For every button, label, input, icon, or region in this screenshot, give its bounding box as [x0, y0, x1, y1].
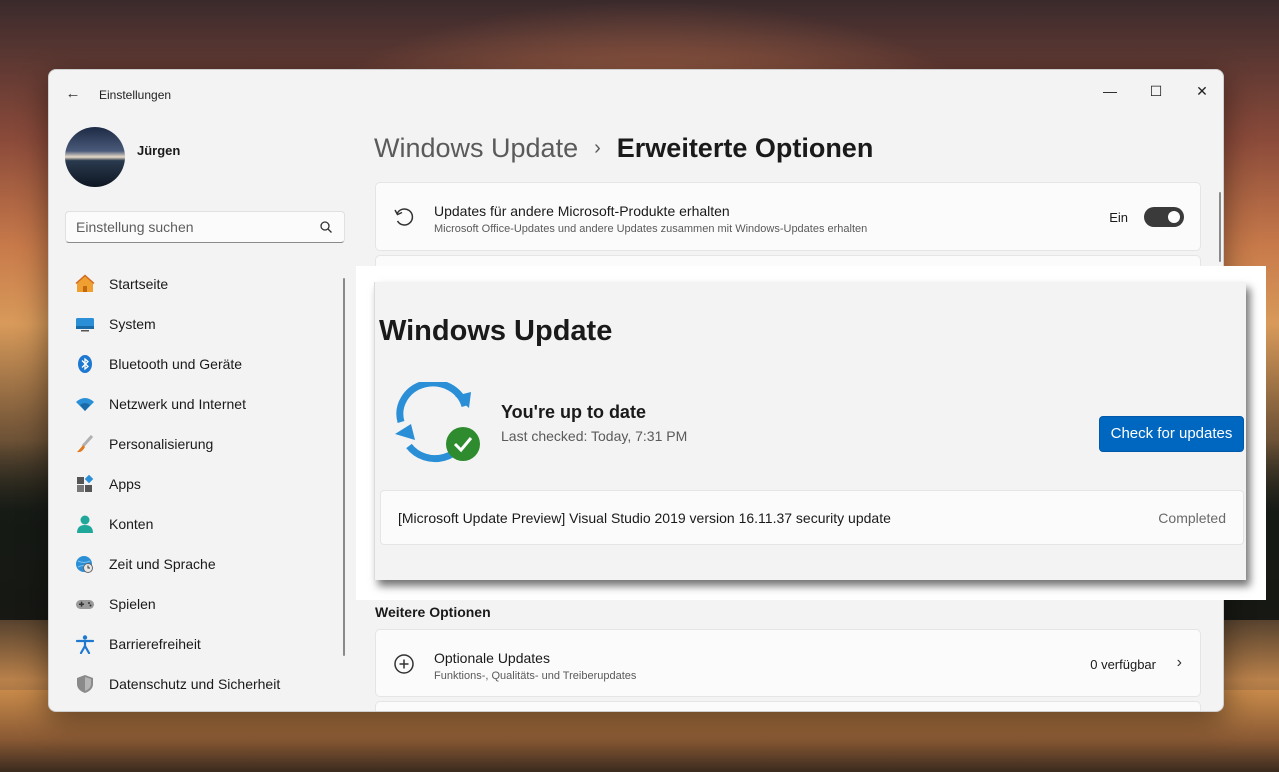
- sidebar-item-apps[interactable]: Apps: [65, 464, 345, 504]
- sync-check-icon: [395, 382, 480, 462]
- breadcrumb-separator: ›: [594, 136, 601, 159]
- setting-title: Updates für andere Microsoft-Produkte er…: [434, 203, 730, 219]
- other-products-toggle[interactable]: [1144, 207, 1184, 227]
- last-checked-label: Last checked: Today, 7:31 PM: [501, 428, 688, 444]
- sidebar-item-label: Bluetooth und Geräte: [109, 356, 243, 372]
- overlay-title: Windows Update: [379, 315, 613, 347]
- accessibility-icon: [75, 634, 95, 654]
- windows-update-overlay: Windows Update You're up to date Last ch…: [374, 282, 1246, 580]
- setting-title: Optionale Updates: [434, 650, 550, 666]
- back-arrow-icon[interactable]: ←: [63, 84, 83, 104]
- search-input[interactable]: [65, 211, 345, 243]
- profile-name: Jürgen: [137, 143, 181, 158]
- other-products-setting-card[interactable]: Updates für andere Microsoft-Produkte er…: [375, 182, 1201, 251]
- person-icon: [75, 514, 95, 534]
- setting-description: Funktions-, Qualitäts- und Treiberupdate…: [434, 670, 637, 682]
- globe-clock-icon: [75, 554, 95, 574]
- home-icon: [75, 274, 95, 294]
- breadcrumb: Windows Update › Erweiterte Optionen: [374, 128, 873, 168]
- sidebar-nav: Startseite System Bluetooth und Geräte N…: [65, 264, 345, 704]
- sidebar-item-startseite[interactable]: Startseite: [65, 264, 345, 304]
- refresh-icon: [394, 208, 414, 226]
- sidebar-item-accounts[interactable]: Konten: [65, 504, 345, 544]
- sidebar-item-label: Zeit und Sprache: [109, 556, 216, 572]
- sidebar-item-label: Startseite: [109, 276, 169, 292]
- check-for-updates-button[interactable]: Check for updates: [1099, 416, 1244, 452]
- sidebar-item-gaming[interactable]: Spielen: [65, 584, 345, 624]
- update-history-item[interactable]: [Microsoft Update Preview] Visual Studio…: [380, 490, 1244, 545]
- shield-icon: [75, 674, 95, 694]
- sidebar-item-privacy[interactable]: Datenschutz und Sicherheit: [65, 664, 345, 704]
- app-title: Einstellungen: [99, 88, 172, 102]
- close-button[interactable]: ✕: [1179, 76, 1223, 106]
- sidebar-item-label: Personalisierung: [109, 436, 214, 452]
- brush-icon: [75, 434, 95, 454]
- optional-updates-card[interactable]: Optionale Updates Funktions-, Qualitäts-…: [375, 629, 1201, 697]
- page-title: Erweiterte Optionen: [616, 132, 874, 163]
- chevron-right-icon: ›: [1176, 654, 1182, 671]
- breadcrumb-parent-link[interactable]: Windows Update: [374, 133, 578, 164]
- sidebar-item-label: Netzwerk und Internet: [109, 396, 246, 412]
- sidebar-item-bluetooth[interactable]: Bluetooth und Geräte: [65, 344, 345, 384]
- setting-card-partial[interactable]: [375, 701, 1201, 711]
- sidebar-item-label: Konten: [109, 516, 154, 532]
- toggle-state-label: Ein: [1109, 210, 1128, 225]
- optional-updates-count: 0 verfügbar: [1090, 657, 1156, 672]
- wifi-icon: [75, 394, 95, 414]
- apps-icon: [75, 474, 95, 494]
- sidebar-item-label: Spielen: [109, 596, 156, 612]
- update-status: Completed: [1158, 510, 1226, 526]
- sidebar-item-personalization[interactable]: Personalisierung: [65, 424, 345, 464]
- update-name: [Microsoft Update Preview] Visual Studio…: [398, 510, 891, 526]
- sidebar-item-label: Apps: [109, 476, 141, 492]
- bluetooth-icon: [75, 354, 95, 374]
- avatar[interactable]: [65, 127, 125, 187]
- sidebar-item-network[interactable]: Netzwerk und Internet: [65, 384, 345, 424]
- title-bar: ← Einstellungen — ☐ ✕: [49, 70, 1223, 116]
- monitor-icon: [75, 314, 95, 334]
- toggle-knob: [1168, 211, 1180, 223]
- maximize-button[interactable]: ☐: [1133, 76, 1179, 106]
- sidebar-item-label: Barrierefreiheit: [109, 636, 201, 652]
- sidebar-item-time-language[interactable]: Zeit und Sprache: [65, 544, 345, 584]
- overlay-screenshot-frame: Windows Update You're up to date Last ch…: [356, 266, 1266, 600]
- sidebar-item-accessibility[interactable]: Barrierefreiheit: [65, 624, 345, 664]
- sidebar-item-system[interactable]: System: [65, 304, 345, 344]
- minimize-button[interactable]: —: [1087, 76, 1133, 106]
- sidebar-item-label: System: [109, 316, 156, 332]
- gamepad-icon: [75, 594, 95, 614]
- search-icon[interactable]: [319, 220, 333, 234]
- main-scrollbar[interactable]: [1219, 192, 1221, 262]
- setting-description: Microsoft Office-Updates und andere Upda…: [434, 223, 868, 235]
- plus-circle-icon: [394, 654, 414, 674]
- more-options-heading: Weitere Optionen: [375, 604, 491, 620]
- sidebar-scrollbar[interactable]: [343, 278, 345, 656]
- sidebar-item-label: Datenschutz und Sicherheit: [109, 676, 281, 692]
- update-status-title: You're up to date: [501, 402, 646, 422]
